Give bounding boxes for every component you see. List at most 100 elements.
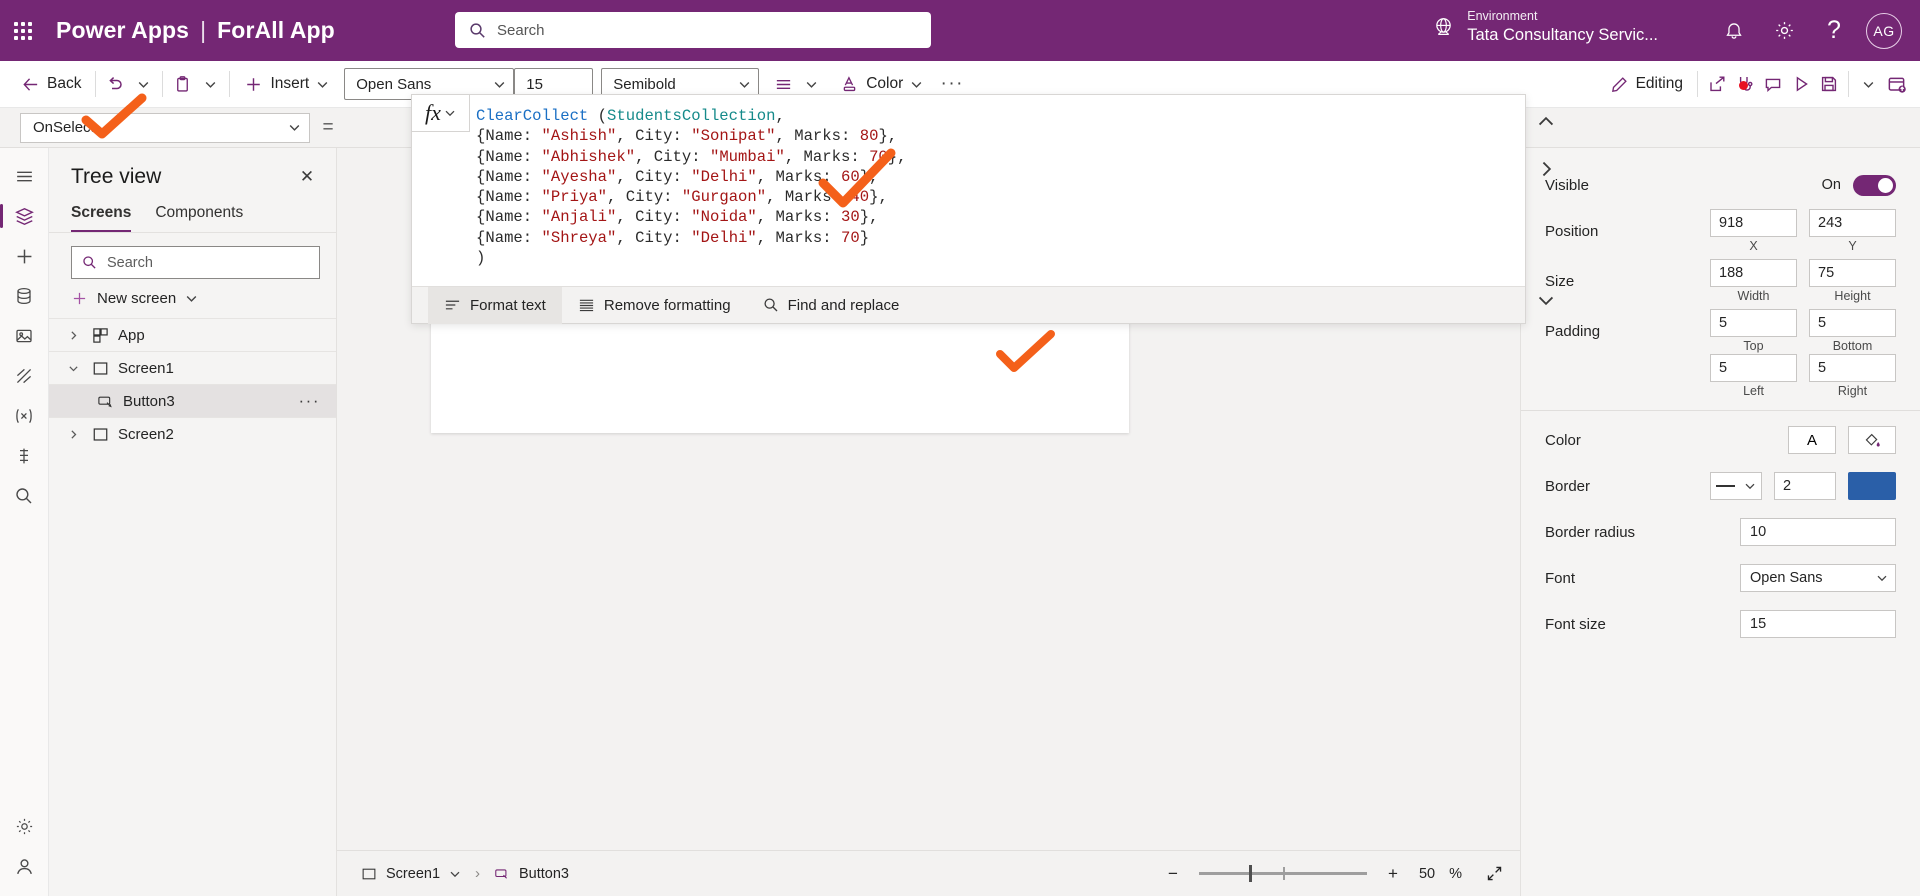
padding-top-input[interactable]: 5 — [1710, 309, 1797, 337]
formula-token: , Marks: — [775, 127, 860, 146]
border-color-swatch[interactable] — [1848, 472, 1896, 500]
fit-to-screen-icon[interactable] — [1482, 862, 1506, 886]
size-height-input[interactable]: 75 — [1809, 259, 1896, 287]
find-and-replace-button[interactable]: Find and replace — [747, 287, 916, 324]
status-screen-selector[interactable]: Screen1 — [351, 858, 471, 890]
rail-data-icon[interactable] — [4, 276, 44, 316]
size-width-input[interactable]: 188 — [1710, 259, 1797, 287]
position-y-input[interactable]: 243 — [1809, 209, 1896, 237]
formula-token: "Abhishek" — [541, 147, 636, 166]
border-width-input[interactable]: 2 — [1774, 472, 1836, 500]
position-x-input[interactable]: 918 — [1710, 209, 1797, 237]
save-dropdown-chevron-icon[interactable] — [1854, 68, 1882, 100]
share-icon[interactable] — [1703, 68, 1731, 100]
tree-node-button3[interactable]: Button3 ··· — [49, 384, 336, 417]
tree-search-input[interactable]: Search — [71, 246, 320, 279]
padding-left-input[interactable]: 5 — [1710, 354, 1797, 382]
screen-icon — [93, 427, 108, 441]
tab-screens[interactable]: Screens — [71, 200, 132, 232]
paste-dropdown-chevron-icon[interactable] — [196, 68, 224, 100]
rail-account-icon[interactable] — [4, 846, 44, 886]
editing-mode-button[interactable]: Editing — [1601, 67, 1692, 101]
chevron-right-icon[interactable] — [63, 429, 83, 440]
padding-top-caption: Top — [1743, 339, 1764, 353]
tree-view-title: Tree view — [71, 165, 162, 188]
chevron-down-icon[interactable] — [63, 363, 83, 374]
formula-token: ClearCollect — [476, 107, 589, 125]
app-checker-icon[interactable] — [1731, 68, 1759, 100]
font-size-input[interactable]: 15 — [1740, 610, 1896, 638]
fx-toggle-button[interactable]: fx — [411, 94, 470, 132]
border-radius-label: Border radius — [1545, 523, 1636, 541]
property-select[interactable]: OnSelect — [20, 112, 310, 143]
back-button[interactable]: Back — [12, 67, 90, 101]
formula-token: ( — [588, 107, 608, 125]
format-text-label: Format text — [470, 296, 546, 314]
settings-gear-icon[interactable] — [1759, 0, 1809, 61]
help-icon[interactable]: ? — [1809, 0, 1859, 61]
rail-flows-icon[interactable] — [4, 356, 44, 396]
paste-clipboard-icon[interactable] — [168, 68, 196, 100]
border-radius-input[interactable]: 10 — [1740, 518, 1896, 546]
chevron-right-icon[interactable] — [63, 330, 83, 341]
save-icon[interactable] — [1815, 68, 1843, 100]
rail-settings-gear-icon[interactable] — [4, 806, 44, 846]
rail-menu-icon[interactable] — [4, 156, 44, 196]
tree-node-app[interactable]: App — [49, 318, 336, 351]
app-launcher-icon[interactable] — [0, 21, 46, 40]
remove-formatting-button[interactable]: Remove formatting — [562, 287, 747, 324]
zoom-slider[interactable] — [1198, 865, 1367, 882]
formula-token: , City: — [616, 167, 692, 186]
publish-icon[interactable] — [1882, 68, 1910, 100]
insert-button[interactable]: Insert — [235, 67, 338, 101]
zoom-out-button[interactable]: − — [1161, 862, 1185, 886]
rail-media-icon[interactable] — [4, 316, 44, 356]
tree-node-screen1[interactable]: Screen1 — [49, 351, 336, 384]
rail-tools-icon[interactable] — [4, 436, 44, 476]
status-control-selector[interactable]: Button3 — [484, 858, 579, 890]
zoom-in-button[interactable]: + — [1381, 862, 1405, 886]
undo-dropdown-chevron-icon[interactable] — [129, 68, 157, 100]
padding-bottom-input[interactable]: 5 — [1809, 309, 1896, 337]
preview-play-icon[interactable] — [1787, 68, 1815, 100]
font-family-select[interactable]: Open Sans — [1740, 564, 1896, 592]
rail-search-icon[interactable] — [4, 476, 44, 516]
format-text-button[interactable]: Format text — [428, 286, 562, 324]
avatar[interactable]: AG — [1866, 12, 1902, 49]
formula-collapse-down-chevron-icon[interactable] — [1531, 283, 1561, 317]
equals-sign: = — [322, 116, 334, 138]
padding-right-input[interactable]: 5 — [1809, 354, 1896, 382]
visible-toggle[interactable] — [1853, 174, 1896, 196]
property-padding-second-row: 5 Left 5 Right — [1521, 354, 1920, 398]
formula-expand-up-chevron-icon[interactable] — [1531, 105, 1561, 139]
tree-node-screen2[interactable]: Screen2 — [49, 417, 336, 450]
formula-token: "Ashish" — [541, 127, 617, 146]
formula-code-editor[interactable]: ClearCollect (StudentsCollection, {Name: … — [470, 95, 1525, 286]
close-icon[interactable]: ✕ — [294, 164, 320, 190]
formula-line: {Name: "Abhishek", City: "Mumbai", Marks… — [476, 147, 1525, 167]
rail-variables-icon[interactable] — [4, 396, 44, 436]
rail-tree-view-icon[interactable] — [0, 196, 44, 236]
tree-search-placeholder: Search — [107, 254, 153, 271]
environment-selector[interactable]: Environment Tata Consultancy Servic... — [1431, 9, 1658, 45]
panel-next-chevron-icon[interactable] — [1531, 152, 1561, 186]
rail-insert-icon[interactable] — [4, 236, 44, 276]
size-width-caption: Width — [1737, 289, 1770, 303]
text-color-button[interactable]: A — [1788, 426, 1836, 454]
new-screen-button[interactable]: New screen — [49, 279, 336, 318]
zoom-slider-knob[interactable] — [1248, 865, 1252, 882]
global-search-input[interactable]: Search — [455, 12, 931, 48]
property-border-radius: Border radius 10 — [1521, 509, 1920, 555]
tree-node-more-options-icon[interactable]: ··· — [299, 391, 320, 411]
fill-color-button[interactable] — [1848, 426, 1896, 454]
button-icon — [98, 396, 112, 407]
formula-token: "Mumbai" — [709, 147, 785, 166]
notifications-bell-icon[interactable] — [1709, 0, 1759, 61]
tab-components[interactable]: Components — [155, 200, 243, 232]
chevron-down-icon — [289, 125, 300, 131]
formula-token: "Gurgaon" — [681, 188, 767, 207]
undo-button[interactable] — [101, 68, 129, 100]
comments-icon[interactable] — [1759, 68, 1787, 100]
formula-token: "Delhi" — [691, 167, 757, 186]
border-style-select[interactable] — [1710, 472, 1762, 500]
